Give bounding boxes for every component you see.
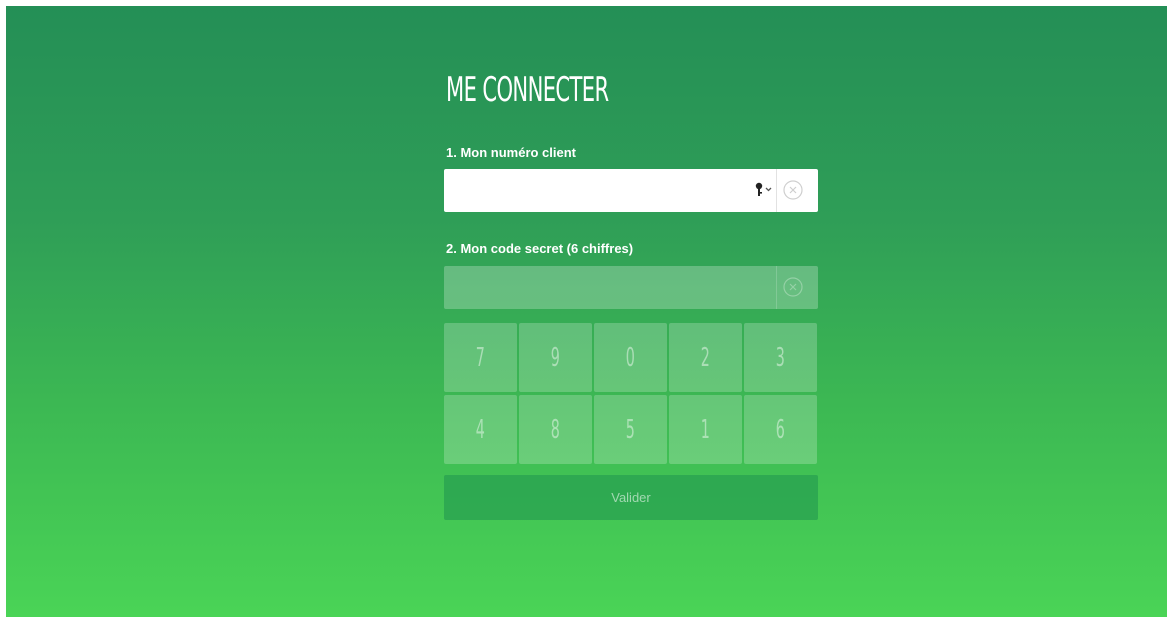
keypad-key[interactable]: 6 xyxy=(744,395,817,464)
keypad-digit: 5 xyxy=(625,414,636,445)
secret-code-label: 2. Mon code secret (6 chiffres) xyxy=(446,241,634,256)
virtual-keypad: 7 9 0 2 3 4 8 5 1 6 xyxy=(444,323,818,465)
keypad-key[interactable]: 4 xyxy=(444,395,517,464)
keypad-key[interactable]: 3 xyxy=(744,323,817,392)
clear-code-icon[interactable] xyxy=(783,277,803,297)
keypad-key[interactable]: 8 xyxy=(519,395,592,464)
submit-button[interactable]: Valider xyxy=(444,475,818,520)
client-number-field-wrapper xyxy=(444,169,818,212)
key-icon[interactable] xyxy=(753,181,775,199)
keypad-key[interactable]: 7 xyxy=(444,323,517,392)
keypad-digit: 8 xyxy=(550,414,561,445)
keypad-key[interactable]: 1 xyxy=(669,395,742,464)
keypad-digit: 7 xyxy=(475,342,486,373)
keypad-digit: 0 xyxy=(625,342,636,373)
keypad-key[interactable]: 0 xyxy=(594,323,667,392)
field-divider xyxy=(776,266,777,309)
keypad-digit: 6 xyxy=(775,414,786,445)
secret-code-input[interactable] xyxy=(444,266,744,309)
keypad-digit: 1 xyxy=(700,414,711,445)
keypad-key[interactable]: 5 xyxy=(594,395,667,464)
keypad-key[interactable]: 2 xyxy=(669,323,742,392)
keypad-digit: 9 xyxy=(550,342,561,373)
keypad-digit: 3 xyxy=(775,342,786,373)
client-number-label: 1. Mon numéro client xyxy=(446,145,577,160)
keypad-digit: 4 xyxy=(475,414,486,445)
clear-client-icon[interactable] xyxy=(783,180,803,200)
keypad-digit: 2 xyxy=(700,342,711,373)
keypad-key[interactable]: 9 xyxy=(519,323,592,392)
page-title: ME CONNECTER xyxy=(446,70,609,110)
login-background: ME CONNECTER 1. Mon numéro client 2. Mon… xyxy=(6,6,1167,617)
field-divider xyxy=(776,169,777,212)
client-number-input[interactable] xyxy=(444,169,744,212)
secret-code-field-wrapper xyxy=(444,266,818,309)
